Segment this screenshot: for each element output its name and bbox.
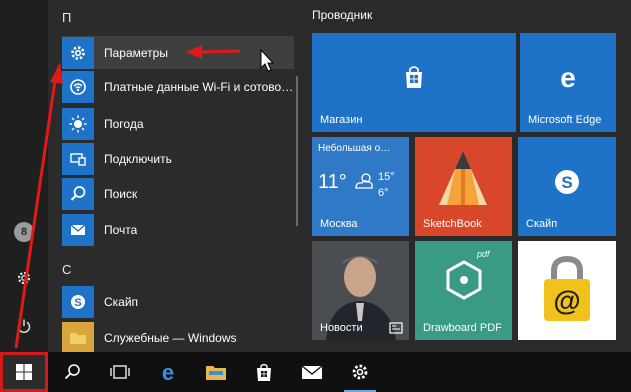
tile-label: SketchBook (423, 218, 482, 230)
tile-skype[interactable]: S Скайп (518, 137, 616, 236)
power-icon (17, 319, 31, 333)
app-item-wifi-data[interactable]: Платные данные Wi-Fi и сотово… (62, 70, 294, 103)
drawboard-hexagon-icon (446, 260, 482, 300)
weather-temp-high: 15° (378, 171, 395, 183)
tile-drawboard[interactable]: pdf Drawboard PDF (415, 241, 512, 340)
app-label: Параметры (104, 45, 168, 60)
tile-label: Новости (320, 322, 363, 334)
tile-news[interactable]: Новости (312, 241, 409, 340)
gear-icon (62, 36, 94, 69)
svg-text:S: S (74, 297, 81, 309)
taskbar-search-button[interactable] (48, 352, 96, 392)
svg-text:e: e (560, 63, 576, 91)
connect-icon (62, 142, 94, 175)
taskbar: e (0, 352, 631, 392)
tile-group-title[interactable]: Проводник (312, 8, 372, 22)
search-icon (62, 177, 94, 210)
store-icon (406, 66, 422, 88)
power-button[interactable] (0, 306, 48, 346)
section-header-p[interactable]: П (62, 10, 71, 25)
app-label: Служебные — Windows (104, 330, 237, 345)
folder-icon (206, 366, 226, 380)
padlock-icon: @ (544, 255, 590, 321)
rail-settings-button[interactable] (0, 258, 48, 298)
store-icon (257, 363, 271, 381)
app-item-windows-system[interactable]: Служебные — Windows (62, 321, 294, 352)
avatar-letter: 8 (20, 226, 28, 238)
wifi-icon (62, 70, 94, 103)
mail-icon (301, 365, 323, 379)
tile-sketchbook[interactable]: SketchBook (415, 137, 512, 236)
app-label: Поиск (104, 186, 138, 201)
app-label: Платные данные Wi-Fi и сотово… (104, 79, 294, 94)
app-item-search[interactable]: Поиск (62, 177, 294, 210)
newspaper-icon (389, 322, 403, 334)
skype-icon: S (62, 285, 94, 318)
svg-text:S: S (561, 173, 572, 192)
gear-icon (352, 364, 368, 380)
app-item-skype[interactable]: S Скайп (62, 285, 294, 318)
start-button[interactable] (0, 352, 48, 392)
task-view-icon (110, 365, 130, 379)
app-item-weather[interactable]: Погода (62, 107, 294, 140)
search-icon (64, 364, 80, 380)
app-label: Скайп (104, 294, 139, 309)
app-item-settings[interactable]: Параметры (62, 36, 294, 69)
tile-weather[interactable]: Небольшая о… 11° 15° 6° Москва (312, 137, 409, 236)
app-label: Подключить (104, 151, 172, 166)
app-label: Погода (104, 116, 144, 131)
taskbar-settings-button[interactable] (336, 352, 384, 392)
svg-text:e: e (162, 361, 174, 383)
tile-store[interactable]: Магазин (312, 33, 516, 132)
gear-icon (17, 271, 31, 285)
tile-keeper[interactable]: @ (518, 241, 616, 340)
task-view-button[interactable] (96, 352, 144, 392)
taskbar-edge-button[interactable]: e (144, 352, 192, 392)
tile-label: Магазин (320, 114, 363, 126)
weather-temp-current: 11° (318, 171, 347, 193)
app-label: Почта (104, 222, 138, 237)
taskbar-store-button[interactable] (240, 352, 288, 392)
weather-temp-low: 6° (378, 187, 389, 199)
user-avatar: 8 (14, 222, 34, 242)
user-account-button[interactable]: 8 (0, 212, 48, 252)
taskbar-file-explorer-button[interactable] (192, 352, 240, 392)
weather-condition: Небольшая о… (318, 143, 391, 154)
tile-label: Microsoft Edge (528, 114, 602, 126)
tile-edge[interactable]: e Microsoft Edge (520, 33, 616, 132)
app-item-connect[interactable]: Подключить (62, 142, 294, 175)
tile-label: Москва (320, 218, 358, 230)
edge-icon: e (162, 361, 174, 383)
tile-label: Скайп (526, 218, 558, 230)
section-header-s[interactable]: С (62, 262, 71, 277)
app-list: П Параметры Платные данные Wi-Fi и сотов… (48, 0, 298, 352)
app-item-mail[interactable]: Почта (62, 213, 294, 246)
skype-icon: S (555, 170, 579, 194)
windows-logo-icon (16, 364, 32, 380)
sun-icon (62, 107, 94, 140)
tiles-area: Проводник Магазин e Microsoft Edge Небол… (298, 0, 631, 352)
folder-icon (62, 321, 94, 352)
weather-cloud-icon (355, 173, 373, 189)
pencil-icon (439, 151, 487, 205)
keeper-at-symbol: @ (553, 285, 580, 316)
start-menu-rail: 8 (0, 0, 48, 352)
tile-label: Drawboard PDF (423, 322, 502, 334)
edge-icon: e (560, 63, 576, 91)
drawboard-pdf-badge: pdf (477, 249, 490, 259)
mail-icon (62, 213, 94, 246)
taskbar-mail-button[interactable] (288, 352, 336, 392)
